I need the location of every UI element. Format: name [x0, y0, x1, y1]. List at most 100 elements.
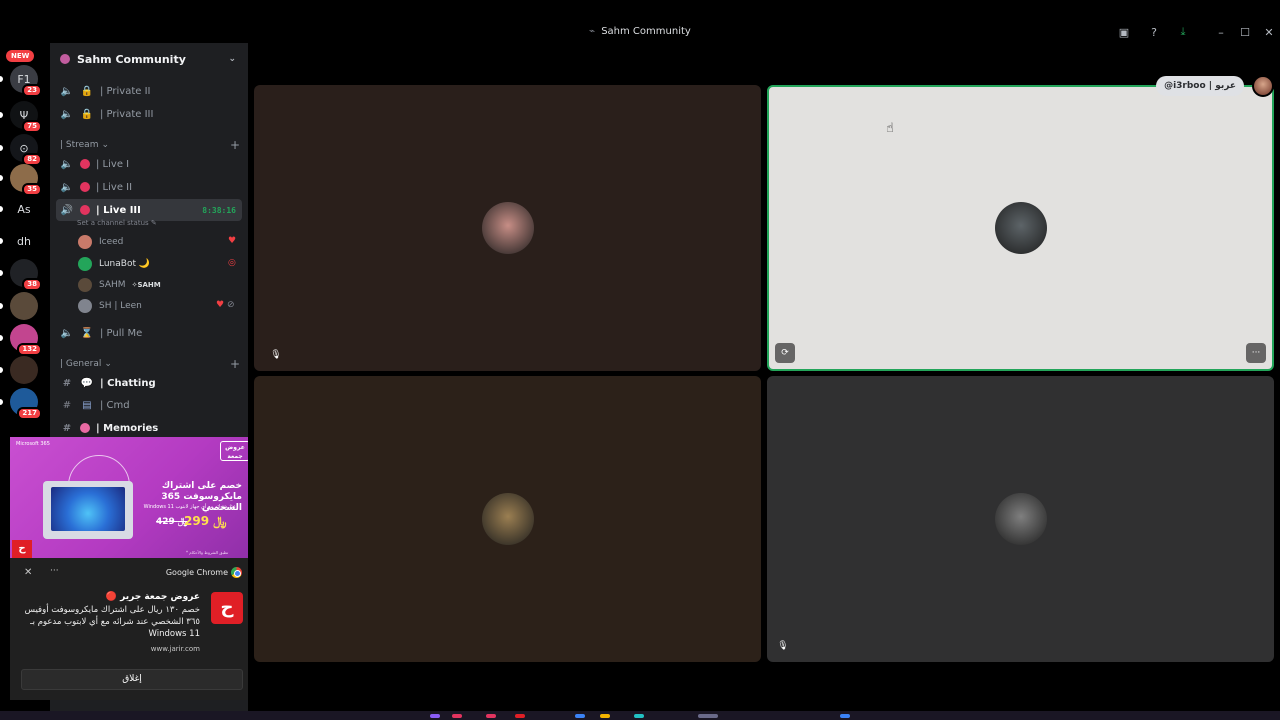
toast-heading: عروض جمعة جرير 🔴: [105, 592, 200, 602]
taskbar-app-icon[interactable]: [486, 714, 496, 718]
more-options-icon[interactable]: ···: [1246, 343, 1266, 363]
ad-banner[interactable]: Microsoft 365 عروض جمعة خصم على اشتراك م…: [10, 437, 254, 558]
voice-member[interactable]: SAHM ✧SAHM: [78, 276, 161, 294]
unread-badge: 217: [17, 407, 42, 420]
participant-tile[interactable]: 🎙: [254, 85, 761, 371]
add-channel-icon[interactable]: +: [230, 138, 240, 152]
taskbar-app-icon[interactable]: [698, 714, 718, 718]
server-beard-icon[interactable]: [10, 356, 38, 384]
window-title: ⌁ Sahm Community: [589, 26, 691, 37]
more-options-icon[interactable]: ···: [50, 566, 59, 576]
minimize-icon[interactable]: –: [1213, 25, 1229, 39]
close-window-icon[interactable]: ✕: [1261, 25, 1277, 39]
add-channel-icon[interactable]: +: [230, 357, 240, 371]
channel-cmd[interactable]: # ▤ | Cmd: [56, 395, 242, 415]
user-tag[interactable]: @i3rboo | عربو: [1156, 76, 1244, 96]
server-speaker-icon[interactable]: 38: [10, 259, 42, 291]
live-dot-icon: [80, 205, 90, 215]
taskbar-app-icon[interactable]: [600, 714, 610, 718]
mic-muted-icon: 🎙: [777, 641, 789, 651]
speaker-icon: 🔈: [60, 85, 74, 97]
speaker-icon: 🔈: [60, 327, 74, 339]
speaker-active-icon: 🔊: [60, 204, 74, 216]
notification-toast[interactable]: ✕ ··· Google Chrome ح عروض جمعة جرير 🔴 خ…: [10, 558, 254, 700]
close-icon[interactable]: ✕: [24, 567, 32, 578]
voice-stage: 🎙 ⟳ ··· 🎙 @i3rboo | عربو ☝: [248, 43, 1280, 711]
unread-indicator: [0, 270, 3, 276]
server-v-icon[interactable]: Ψ 75: [10, 101, 42, 133]
memories-icon: [80, 423, 90, 433]
ad-legal: * تطبق الشروط والأحكام: [186, 550, 229, 555]
chevron-down-icon: ⌄: [101, 140, 110, 150]
taskbar-app-icon[interactable]: [634, 714, 644, 718]
speaker-icon: 🔈: [60, 158, 74, 170]
participant-avatar: [481, 202, 534, 254]
taskbar-app-icon[interactable]: [515, 714, 525, 718]
voice-member[interactable]: SH | Leen: [78, 297, 142, 315]
live-dot-icon: [80, 159, 90, 169]
channel-private-ii[interactable]: 🔈 🔒 | Private II: [56, 81, 242, 101]
jarir-logo-icon: ح: [12, 540, 32, 558]
server-f-icon[interactable]: F1 23: [10, 65, 42, 97]
server-cat-icon[interactable]: 35: [10, 164, 42, 196]
user-avatar[interactable]: [1252, 75, 1274, 97]
unread-badge: 38: [22, 278, 42, 291]
voice-member[interactable]: LunaBot 🌙: [78, 255, 150, 273]
lock-icon: 🔒: [80, 108, 94, 120]
ad-price-new: 299 ﷼: [184, 514, 227, 528]
channel-live-i[interactable]: 🔈 | Live I: [56, 154, 242, 174]
participant-tile[interactable]: [254, 376, 761, 662]
terminal-icon: ▤: [82, 399, 92, 411]
server-circle-icon[interactable]: ⊙ 82: [10, 134, 42, 166]
taskbar-app-icon[interactable]: [840, 714, 850, 718]
unread-indicator: [0, 175, 3, 181]
unread-indicator: [0, 335, 3, 341]
server-as-icon[interactable]: As: [10, 195, 38, 223]
participant-tile[interactable]: 🎙: [767, 376, 1274, 662]
chevron-down-icon[interactable]: ⌄: [228, 54, 236, 64]
channel-live-ii[interactable]: 🔈 | Live II: [56, 177, 242, 197]
unread-badge: 23: [22, 84, 42, 97]
category-general[interactable]: | General ⌄ +: [60, 357, 240, 371]
server-blue-icon[interactable]: 217: [10, 388, 42, 420]
toast-close-button[interactable]: إغلاق: [21, 669, 243, 690]
hourglass-icon: ⌛: [80, 327, 94, 339]
ad-brand: Microsoft 365: [16, 441, 50, 447]
windows-screen: [51, 487, 125, 531]
stream-icon[interactable]: ⟳: [775, 343, 795, 363]
maximize-icon[interactable]: ☐: [1237, 25, 1253, 39]
server-man-icon[interactable]: [10, 292, 38, 320]
ad-tag: عروض جمعة: [220, 441, 250, 461]
server-colors-icon[interactable]: 132: [10, 324, 42, 356]
muted-icons: ♥ ⊘: [216, 300, 235, 310]
taskbar: [0, 711, 1280, 720]
channel-pull-me[interactable]: 🔈 ⌛ | Pull Me: [56, 323, 242, 343]
guild-icon: [60, 54, 70, 64]
taskbar-app-icon[interactable]: [575, 714, 585, 718]
toast-app-name: Google Chrome: [165, 568, 228, 577]
chevron-down-icon: ⌄: [104, 359, 112, 369]
taskbar-app-icon[interactable]: [452, 714, 462, 718]
chat-bubble-icon: 💬: [80, 377, 94, 389]
channel-memories[interactable]: # | Memories: [56, 418, 242, 438]
speaker-icon: 🔈: [60, 108, 74, 120]
headset-muted-icon: ◎: [228, 258, 236, 268]
voice-member[interactable]: Iceed: [78, 233, 123, 251]
unread-indicator: [0, 206, 3, 212]
taskbar-app-icon[interactable]: [430, 714, 440, 718]
guild-header[interactable]: Sahm Community ⌄: [50, 43, 248, 75]
channel-status[interactable]: Set a channel status ✎: [77, 219, 157, 227]
download-icon[interactable]: ⤓: [1175, 25, 1191, 39]
avatar: [78, 278, 92, 292]
channel-private-iii[interactable]: 🔈 🔒 | Private III: [56, 104, 242, 124]
unread-badge: 35: [22, 183, 42, 196]
server-dh-icon[interactable]: dh: [10, 227, 38, 255]
inbox-icon[interactable]: ▣: [1116, 25, 1132, 39]
avatar: [78, 235, 92, 249]
server-label: As: [17, 202, 31, 216]
help-icon[interactable]: ?: [1146, 25, 1162, 39]
channel-live-iii[interactable]: 🔊 | Live III 8:38:16: [56, 199, 242, 221]
category-stream[interactable]: | Stream ⌄ +: [60, 138, 240, 152]
channel-chatting[interactable]: # 💬 | Chatting: [56, 373, 242, 393]
participant-tile-speaking[interactable]: ⟳ ···: [767, 85, 1274, 371]
